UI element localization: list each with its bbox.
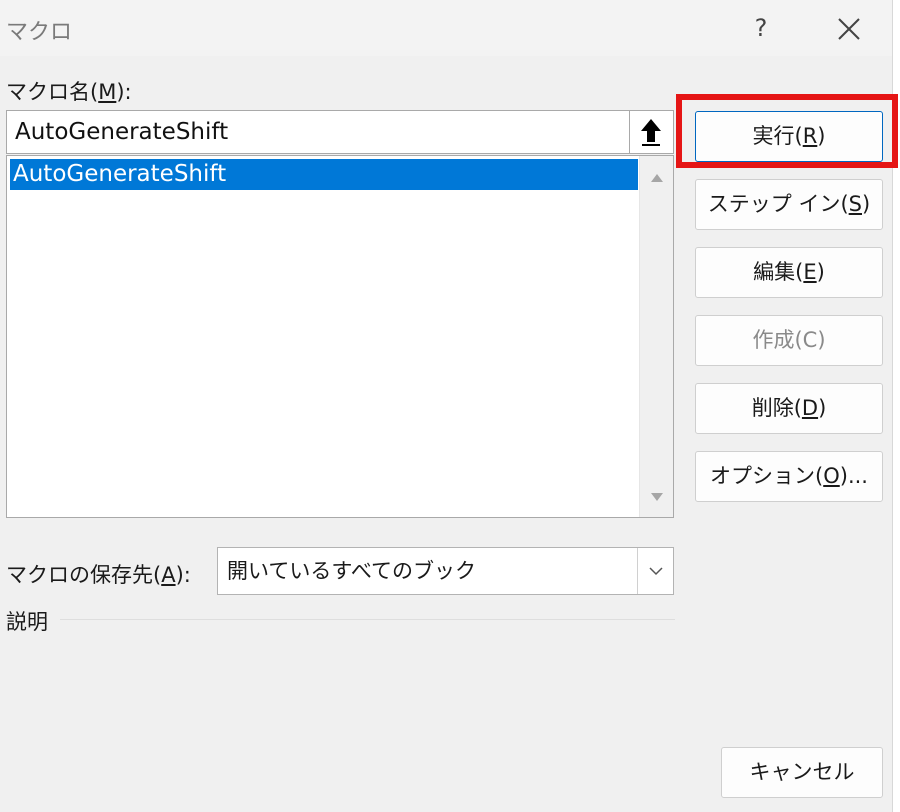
list-item[interactable]: AutoGenerateShift: [10, 159, 638, 190]
description-divider: [60, 619, 675, 620]
macros-in-select[interactable]: 開いているすべてのブック: [217, 547, 674, 595]
create-button[interactable]: 作成(C): [695, 315, 883, 366]
scroll-up-icon[interactable]: [651, 174, 663, 182]
close-button[interactable]: [834, 14, 864, 44]
macro-name-input[interactable]: AutoGenerateShift: [6, 110, 630, 154]
highlight-box: [676, 94, 898, 168]
macro-name-label: マクロ名(M):: [6, 80, 132, 104]
description-label: 説明: [6, 610, 48, 634]
scroll-down-icon[interactable]: [651, 493, 663, 501]
edit-button[interactable]: 編集(E): [695, 247, 883, 298]
help-button[interactable]: ?: [745, 10, 777, 46]
dropdown-button[interactable]: [637, 548, 673, 594]
macros-in-label: マクロの保存先(A):: [6, 563, 191, 587]
options-button[interactable]: オプション(O)...: [695, 451, 883, 502]
arrow-up-icon: [641, 119, 661, 146]
list-scrollbar[interactable]: [639, 156, 673, 517]
macros-in-value: 開いているすべてのブック: [227, 559, 477, 583]
cancel-button[interactable]: キャンセル: [721, 747, 883, 798]
step-in-button[interactable]: ステップ イン(S): [695, 179, 883, 230]
chevron-down-icon: [649, 567, 663, 576]
collapse-button[interactable]: [630, 110, 674, 154]
dialog-title: マクロ: [6, 20, 73, 45]
title-bar: マクロ ?: [0, 0, 892, 56]
macro-list[interactable]: AutoGenerateShift: [6, 155, 674, 518]
close-icon: [838, 18, 860, 40]
macro-dialog: マクロ ? マクロ名(M): AutoGenerateShift AutoGen…: [0, 0, 898, 812]
delete-button[interactable]: 削除(D): [695, 383, 883, 434]
